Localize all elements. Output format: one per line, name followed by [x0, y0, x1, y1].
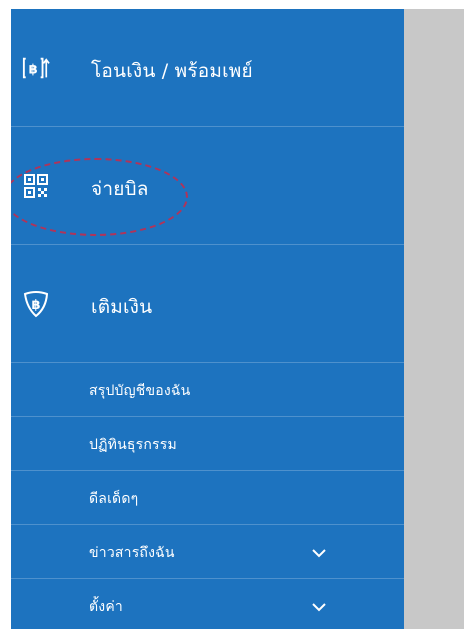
chevron-down-icon[interactable]	[311, 545, 327, 561]
transfer-baht-icon: ฿	[22, 54, 50, 82]
menu-item-account-summary[interactable]: สรุปบัญชีของฉัน	[11, 363, 404, 417]
topup-baht-shield-icon: ฿	[22, 290, 50, 318]
svg-text:฿: ฿	[31, 298, 40, 313]
side-menu: ฿ โอนเงิน / พร้อมเพย์ จ่ายบิล ฿ เติมเงิน…	[11, 9, 404, 629]
dimmed-content-panel[interactable]	[404, 9, 464, 629]
menu-label-transfer: โอนเงิน / พร้อมเพย์	[91, 60, 253, 82]
chevron-down-icon[interactable]	[311, 599, 327, 615]
menu-item-news[interactable]: ข่าวสารถึงฉัน	[11, 525, 404, 579]
menu-label-top-up: เติมเงิน	[91, 296, 153, 318]
menu-item-transactions[interactable]: ปฏิทินธุรกรรม	[11, 417, 404, 471]
menu-label-pay-bill: จ่ายบิล	[91, 178, 149, 200]
menu-label-settings: ตั้งค่า	[89, 599, 123, 615]
menu-item-deals[interactable]: ดีลเด็ดๆ	[11, 471, 404, 525]
menu-label-news: ข่าวสารถึงฉัน	[89, 545, 175, 561]
menu-item-pay-bill[interactable]: จ่ายบิล	[11, 127, 404, 245]
qr-code-icon	[22, 172, 50, 200]
menu-item-top-up[interactable]: ฿ เติมเงิน	[11, 245, 404, 363]
app-frame: ฿ โอนเงิน / พร้อมเพย์ จ่ายบิล ฿ เติมเงิน…	[11, 9, 464, 629]
menu-item-settings[interactable]: ตั้งค่า	[11, 579, 404, 629]
svg-text:฿: ฿	[29, 63, 38, 78]
menu-label-deals: ดีลเด็ดๆ	[89, 491, 139, 507]
menu-label-account-summary: สรุปบัญชีของฉัน	[89, 383, 191, 399]
menu-item-transfer[interactable]: ฿ โอนเงิน / พร้อมเพย์	[11, 9, 404, 127]
menu-label-transactions: ปฏิทินธุรกรรม	[89, 437, 177, 453]
